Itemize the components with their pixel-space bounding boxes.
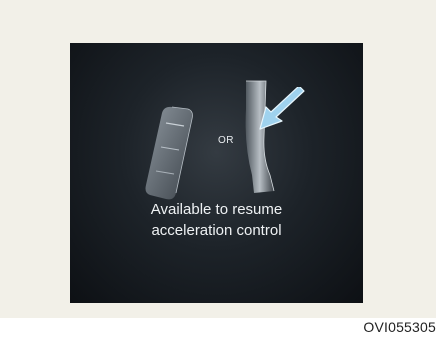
resume-message: Available to resume acceleration control [70, 199, 363, 241]
message-line-2: acceleration control [151, 222, 282, 239]
cluster-display: OR Available to resume acceleration cont [70, 43, 363, 303]
or-label: OR [218, 135, 234, 146]
figure-code: OVI055305 [363, 319, 436, 335]
cruise-control-switch-icon [145, 106, 193, 200]
message-line-1: Available to resume [150, 201, 283, 218]
icon-row: OR [70, 43, 363, 200]
figure-panel: OR Available to resume acceleration cont [0, 0, 436, 318]
arrow-icon [259, 87, 305, 130]
